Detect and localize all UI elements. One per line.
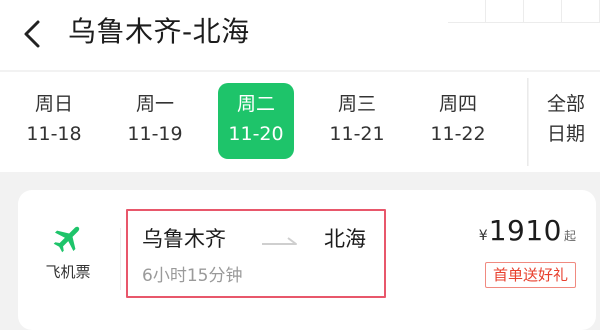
all-dates-label-line2: 日期 [546, 123, 585, 145]
date-tab-weekday: 周一 [135, 93, 174, 115]
arrival-city: 北海 [324, 227, 366, 251]
date-tab-thu[interactable]: 周四 11-22 [420, 83, 496, 159]
date-tab-mon[interactable]: 周一 11-19 [117, 83, 193, 159]
date-divider [527, 78, 529, 166]
currency-symbol: ¥ [478, 228, 488, 244]
all-dates-label-line1: 全部 [546, 93, 585, 115]
route-highlight-box: 乌鲁木齐 北海 6小时15分钟 [126, 209, 386, 298]
date-tab-date: 11-21 [329, 123, 385, 145]
top-bar: 乌鲁木齐-北海 [0, 0, 600, 70]
back-button[interactable] [16, 16, 52, 52]
promo-badge[interactable]: 首单送好礼 [484, 262, 576, 288]
date-selector: 周日 11-18 周一 11-19 周二 11-20 周三 11-21 周四 1… [0, 72, 600, 172]
page-title: 乌鲁木齐-北海 [68, 15, 250, 48]
price-amount: 1910 [488, 214, 562, 247]
date-tab-date: 11-20 [228, 123, 284, 145]
date-tab-sun[interactable]: 周日 11-18 [16, 83, 92, 159]
date-tab-wed[interactable]: 周三 11-21 [319, 83, 395, 159]
transport-type: 飞机票 [32, 220, 104, 282]
departure-city: 乌鲁木齐 [142, 227, 226, 251]
price: ¥1910 起 [479, 214, 576, 248]
route-arrow-icon [262, 237, 297, 245]
price-suffix: 起 [563, 229, 576, 243]
date-tab-tue-selected[interactable]: 周二 11-20 [218, 83, 294, 159]
date-tab-date: 11-18 [26, 123, 82, 145]
date-tab-date: 11-22 [430, 123, 486, 145]
travel-duration: 6小时15分钟 [142, 266, 243, 286]
date-tab-weekday: 周四 [438, 93, 477, 115]
date-tab-weekday: 周日 [34, 93, 73, 115]
all-dates-button[interactable]: 全部 日期 [532, 83, 600, 159]
chevron-left-icon [24, 20, 40, 48]
airplane-icon [53, 226, 80, 253]
card-divider [120, 228, 121, 290]
transport-type-label: 飞机票 [45, 263, 91, 281]
date-tab-weekday: 周三 [337, 93, 376, 115]
flight-result-card[interactable]: 飞机票 乌鲁木齐 北海 6小时15分钟 ¥1910 起 首单送好礼 [18, 190, 596, 330]
date-tab-weekday: 周二 [236, 93, 275, 115]
date-tab-date: 11-19 [127, 123, 183, 145]
header-decoration [448, 0, 600, 23]
